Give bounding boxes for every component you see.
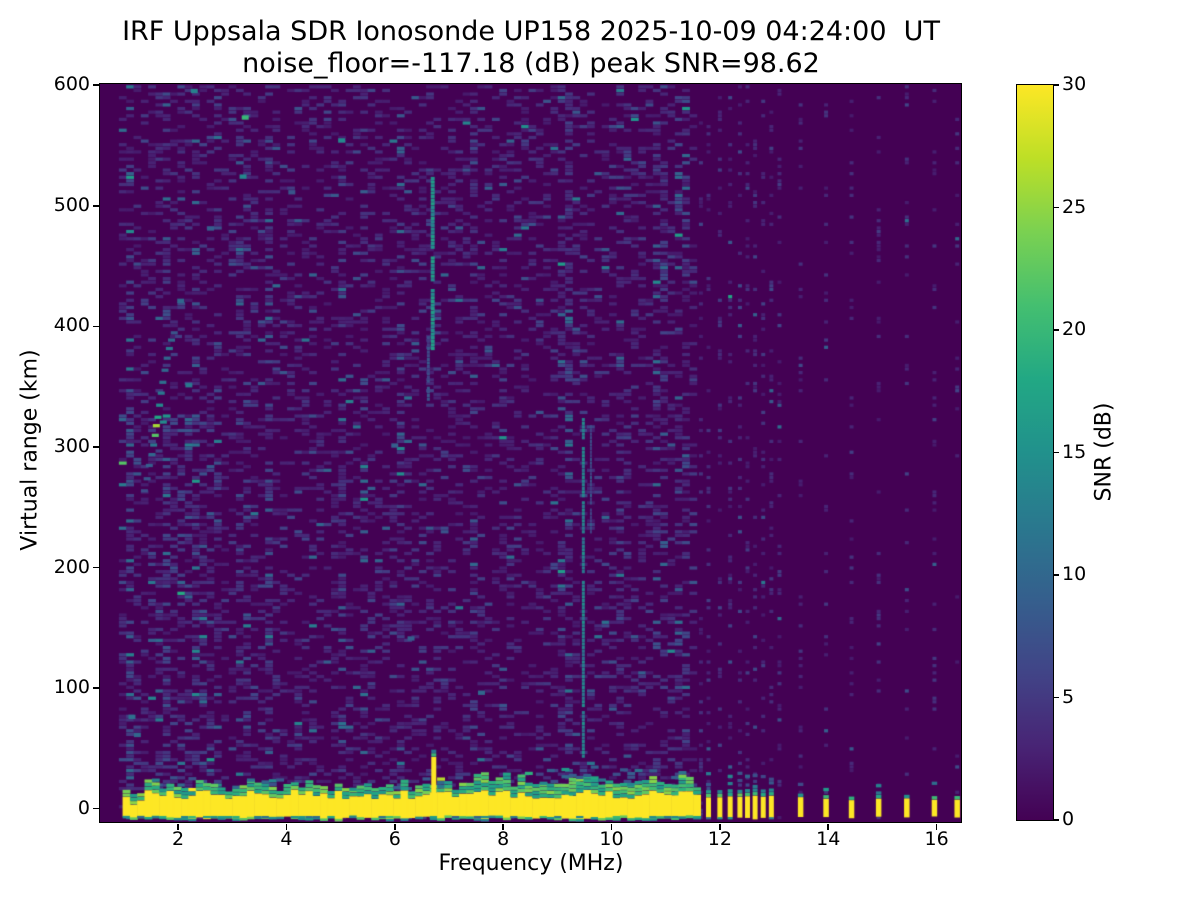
colorbar-tick [1054,84,1059,86]
x-tick-label: 16 [924,828,949,850]
plot-title: IRF Uppsala SDR Ionosonde UP158 2025-10-… [122,16,940,47]
colorbar-tick-label: 25 [1062,195,1087,218]
colorbar-gradient [1016,84,1054,821]
y-tick-label: 200 [53,555,90,578]
y-tick-label: 600 [53,73,90,96]
colorbar-tick [1054,696,1059,699]
x-tick-label: 2 [171,828,185,850]
x-tick-label: 14 [816,828,841,850]
colorbar-tick-label: 10 [1062,563,1087,585]
y-tick [93,566,99,569]
y-tick [93,446,99,448]
colorbar-tick-label: 30 [1062,73,1087,95]
colorbar-tick-label: 20 [1062,318,1087,340]
colorbar-tick [1054,206,1059,209]
ionogram-heatmap [100,84,961,822]
y-tick [93,205,99,207]
colorbar-tick-label: 5 [1062,685,1075,708]
y-tick [93,807,99,810]
colorbar-tick [1054,574,1059,576]
y-tick [93,687,99,689]
y-tick-label: 400 [53,314,90,337]
y-tick-label: 300 [53,434,90,457]
y-tick [93,84,99,86]
colorbar-tick [1054,451,1059,454]
x-tick-label: 4 [280,828,293,850]
x-axis-label: Frequency (MHz) [438,851,624,876]
colorbar-tick-label: 0 [1062,808,1075,830]
plot-subtitle: noise_floor=-117.18 (dB) peak SNR=98.62 [242,48,820,79]
x-tick-label: 6 [388,828,401,850]
x-tick-label: 10 [599,828,624,850]
y-tick-label: 100 [53,676,90,699]
ionogram-figure: IRF Uppsala SDR Ionosonde UP158 2025-10-… [0,0,1200,900]
x-tick-label: 12 [707,828,732,850]
colorbar-tick [1054,329,1059,331]
colorbar-tick-label: 15 [1062,440,1087,463]
colorbar-tick [1054,819,1059,821]
y-tick [93,325,99,328]
x-tick-label: 8 [497,828,510,850]
plot-area [99,83,962,823]
y-tick-label: 0 [77,796,90,819]
y-tick-label: 500 [53,193,90,216]
